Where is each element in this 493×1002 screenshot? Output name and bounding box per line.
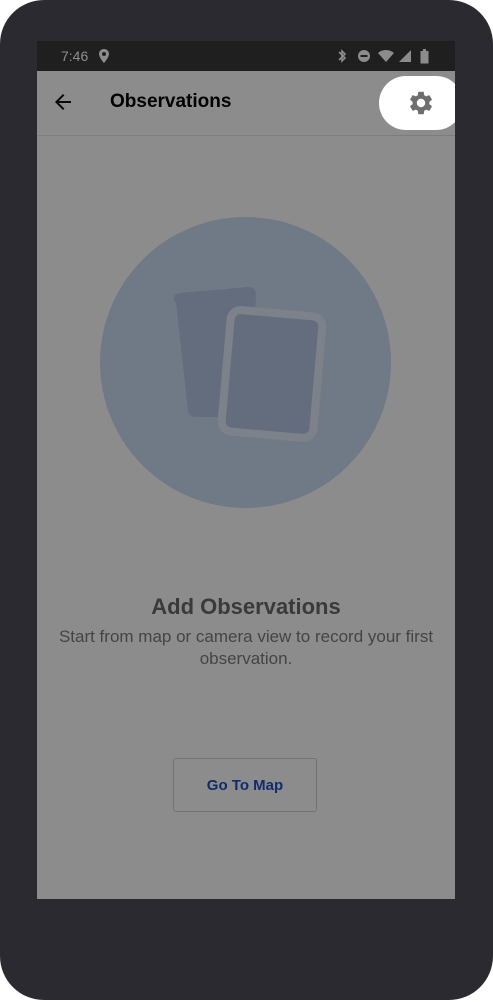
status-time: 7:46 [61, 48, 89, 64]
signal-icon [399, 50, 411, 62]
empty-state-title: Add Observations [151, 594, 341, 619]
phone-frame: 7:46 Observations Add Observations Start… [0, 0, 493, 1000]
settings-spotlight[interactable] [379, 76, 455, 130]
arrow-back-icon[interactable] [51, 90, 75, 114]
page-title: Observations [110, 91, 232, 112]
empty-state-subtitle: Start from map or camera view to record … [58, 627, 434, 668]
bluetooth-icon [338, 49, 347, 63]
do-not-disturb-icon [358, 50, 370, 62]
phone-screen: 7:46 Observations Add Observations Start… [37, 41, 455, 899]
gear-icon[interactable] [407, 89, 435, 117]
go-to-map-button[interactable]: Go To Map [173, 758, 317, 812]
battery-icon [420, 49, 429, 64]
wifi-icon [378, 50, 394, 62]
observation-cards-icon [173, 287, 327, 442]
location-icon [99, 49, 109, 63]
status-bar: 7:46 [37, 41, 455, 71]
illustration-circle [100, 217, 391, 508]
empty-state: Add Observations Start from map or camer… [37, 136, 455, 899]
